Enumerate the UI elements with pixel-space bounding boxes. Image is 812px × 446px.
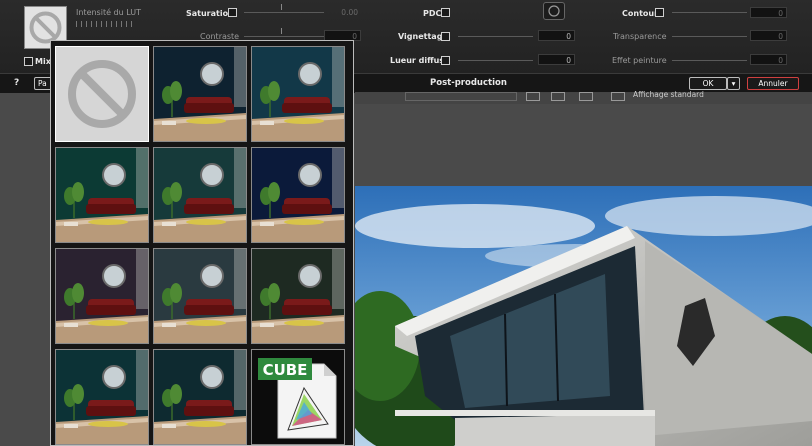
split-view-icon[interactable] [579, 92, 593, 101]
frame-icon[interactable] [526, 92, 540, 101]
contour-checkbox[interactable] [655, 8, 664, 17]
lut-preview [252, 148, 344, 242]
transparency-label: Transparence [613, 32, 667, 41]
ok-dropdown-button[interactable]: ▾ [727, 77, 740, 90]
lut-preview [154, 249, 246, 343]
lut-preview [154, 148, 246, 242]
lut-dropdown: CUBE [50, 40, 354, 446]
focus-picker-button[interactable] [543, 2, 565, 20]
lut-intensity-label: Intensité du LUT [76, 8, 142, 17]
lut-preview [154, 47, 246, 141]
saturation-checkbox[interactable] [228, 8, 237, 17]
cube-file-icon: CUBE [258, 358, 337, 439]
lut-preview [56, 249, 148, 343]
vignetting-slider[interactable] [458, 36, 533, 37]
lut-item-lut-8[interactable] [251, 248, 345, 344]
mix-checkbox[interactable] [24, 57, 33, 66]
contrast-slider-handle[interactable] [281, 28, 282, 34]
diffuse-glow-slider[interactable] [458, 60, 533, 61]
resize-icon[interactable] [551, 92, 565, 101]
saturation-label: Saturation [186, 9, 234, 18]
contrast-slider[interactable] [244, 36, 324, 37]
lut-item-lut-10[interactable] [153, 349, 247, 445]
diffuse-glow-value[interactable]: 0 [538, 54, 575, 65]
help-button[interactable]: ? [14, 78, 19, 88]
lut-item-lut-7[interactable] [153, 248, 247, 344]
view-toolbar: Affichage standard [355, 90, 812, 104]
lut-preview [252, 249, 344, 343]
paint-effect-label: Effet peinture [612, 56, 667, 65]
ok-button[interactable]: OK [689, 77, 727, 90]
cube-label: CUBE [263, 361, 308, 379]
lut-item-lut-5[interactable] [251, 147, 345, 243]
lut-item-cube-file[interactable]: CUBE [251, 349, 345, 445]
lut-item-lut-3[interactable] [55, 147, 149, 243]
saturation-slider-handle[interactable] [281, 4, 282, 10]
paint-effect-value[interactable]: 0 [750, 54, 787, 65]
transparency-value[interactable]: 0 [750, 30, 787, 41]
panel-title: Post-production [430, 78, 507, 88]
no-lut-icon [56, 47, 148, 141]
lut-item-lut-6[interactable] [55, 248, 149, 344]
pdc-checkbox[interactable] [441, 8, 450, 17]
lut-item-lut-1[interactable] [153, 46, 247, 142]
lut-preview [154, 350, 246, 444]
vignetting-value[interactable]: 0 [538, 30, 575, 41]
lut-intensity-slider[interactable] [76, 21, 133, 27]
lut-preview [252, 47, 344, 141]
contour-label: Contour [622, 9, 659, 18]
lut-preview [56, 148, 148, 242]
view-selector[interactable] [405, 92, 517, 101]
architecture-render [355, 186, 812, 446]
target-icon [548, 5, 560, 17]
diffuse-glow-checkbox[interactable] [441, 56, 450, 65]
contour-value[interactable]: 0 [750, 7, 787, 18]
lut-item-lut-4[interactable] [153, 147, 247, 243]
vignetting-checkbox[interactable] [441, 32, 450, 41]
caret-down-icon: ▾ [731, 79, 736, 88]
cancel-button[interactable]: Annuler [747, 77, 799, 90]
transparency-slider[interactable] [672, 36, 747, 37]
saturation-slider[interactable] [244, 12, 324, 13]
lut-item-lut-2[interactable] [251, 46, 345, 142]
display-mode-icon[interactable] [611, 92, 625, 101]
lut-item-none[interactable] [55, 46, 149, 142]
display-mode-label[interactable]: Affichage standard [633, 90, 704, 99]
render-viewport[interactable] [355, 186, 812, 446]
saturation-value[interactable]: 0.00 [325, 7, 361, 18]
contour-slider[interactable] [672, 12, 747, 13]
lut-item-lut-9[interactable] [55, 349, 149, 445]
pdc-label: PDC [423, 9, 442, 18]
lut-preview [56, 350, 148, 444]
paint-effect-slider[interactable] [672, 60, 747, 61]
